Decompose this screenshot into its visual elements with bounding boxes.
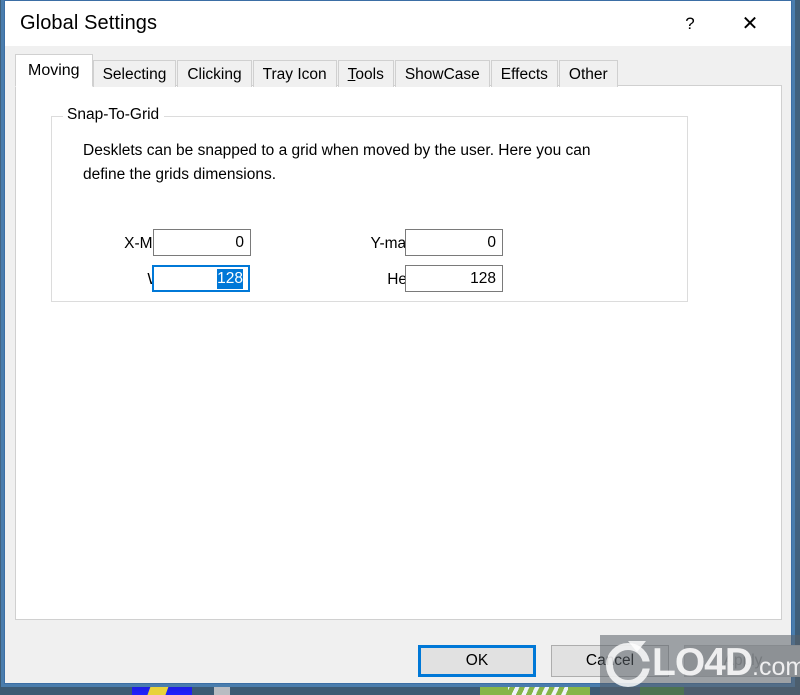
- apply-button: Apply: [684, 645, 800, 677]
- tab-moving[interactable]: Moving: [15, 54, 93, 87]
- tab-selecting[interactable]: Selecting: [92, 60, 177, 87]
- tab-tray-icon[interactable]: Tray Icon: [252, 60, 337, 87]
- y-margin-input[interactable]: 0: [405, 229, 503, 256]
- y-margin-value: 0: [487, 234, 496, 251]
- width-input[interactable]: 128: [152, 265, 250, 292]
- width-value: 128: [217, 269, 243, 289]
- tab-other[interactable]: Other: [558, 60, 618, 87]
- ok-button[interactable]: OK: [418, 645, 536, 677]
- groupbox-description: Desklets can be snapped to a grid when m…: [83, 142, 591, 183]
- height-value: 128: [470, 270, 496, 287]
- global-settings-dialog: Global Settings ? ✕ Moving Selecting Cli…: [1, 0, 800, 687]
- tab-panel-moving: Snap-To-Grid Desklets can be snapped to …: [15, 85, 782, 620]
- tab-effects[interactable]: Effects: [490, 60, 558, 87]
- cancel-button[interactable]: Cancel: [551, 645, 669, 677]
- tab-tools-rest: ools: [355, 66, 384, 83]
- window-title: Global Settings: [20, 12, 158, 34]
- tab-clicking[interactable]: Clicking: [177, 60, 252, 87]
- tab-showcase[interactable]: ShowCase: [394, 60, 490, 87]
- help-icon[interactable]: ?: [667, 1, 713, 46]
- title-bar: Global Settings ? ✕: [5, 1, 791, 46]
- tab-strip: Moving Selecting Clicking Tray Icon Tool…: [15, 53, 619, 87]
- x-margin-input[interactable]: 0: [153, 229, 251, 256]
- groupbox-legend: Snap-To-Grid: [63, 106, 165, 124]
- tab-tools[interactable]: Tools: [337, 60, 394, 87]
- close-icon[interactable]: ✕: [727, 1, 773, 46]
- x-margin-value: 0: [235, 234, 244, 251]
- snap-to-grid-groupbox: Snap-To-Grid Desklets can be snapped to …: [51, 106, 688, 302]
- height-input[interactable]: 128: [405, 265, 503, 292]
